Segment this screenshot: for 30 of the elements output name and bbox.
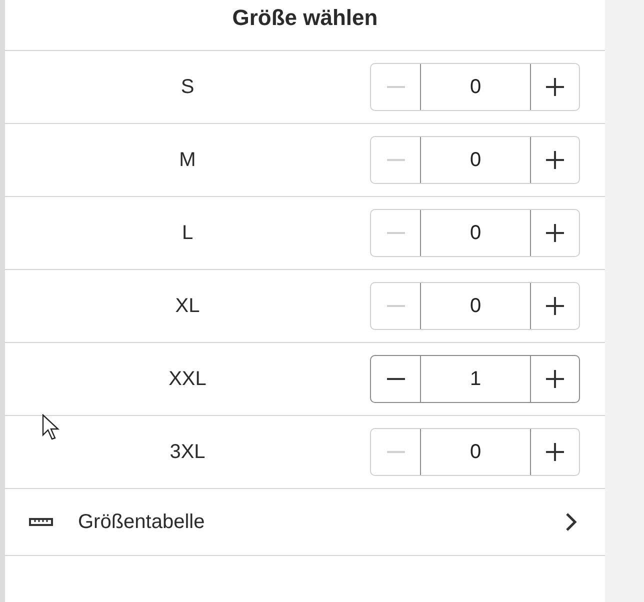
ruler-icon — [29, 518, 53, 526]
minus-icon — [386, 451, 404, 453]
size-label: XXL — [168, 367, 206, 392]
size-label: 3XL — [170, 440, 206, 465]
quantity-field[interactable]: 0 — [420, 283, 531, 329]
chevron-right-icon — [565, 512, 577, 532]
size-chart-label: Größentabelle — [78, 510, 206, 535]
minus-icon — [386, 159, 404, 161]
size-label: M — [179, 148, 196, 173]
size-label: XL — [175, 294, 200, 319]
minus-icon — [386, 232, 404, 234]
plus-icon — [546, 443, 564, 461]
quantity-field[interactable]: 0 — [420, 137, 531, 183]
plus-icon — [546, 224, 564, 242]
quantity-field[interactable]: 0 — [420, 429, 531, 475]
plus-icon — [546, 297, 564, 315]
dialog-title: Größe wählen — [232, 4, 378, 32]
cursor-icon — [42, 414, 62, 441]
quantity-field[interactable]: 0 — [420, 210, 531, 256]
minus-icon — [386, 378, 404, 380]
quantity-field[interactable]: 1 — [420, 356, 531, 402]
size-chart-link[interactable]: Größentabelle — [5, 489, 605, 556]
plus-icon — [546, 78, 564, 96]
quantity-field[interactable]: 0 — [420, 64, 531, 110]
minus-icon — [386, 86, 404, 88]
plus-icon — [546, 370, 564, 388]
plus-icon — [546, 151, 564, 169]
size-label: L — [182, 221, 194, 246]
size-label: S — [180, 75, 194, 100]
minus-icon — [386, 305, 404, 307]
